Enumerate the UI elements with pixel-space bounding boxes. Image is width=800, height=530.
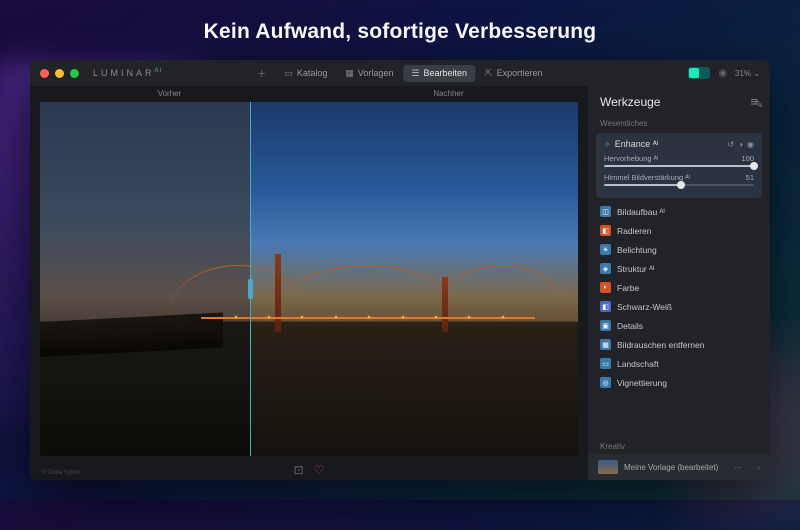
structure-icon: ◈ xyxy=(600,263,611,274)
section-essentials: Wesentliches xyxy=(588,115,770,131)
tool-landscape[interactable]: ▭Landschaft xyxy=(588,354,770,373)
brush-icon[interactable]: ✎ xyxy=(754,98,763,111)
noise-icon: ▦ xyxy=(600,339,611,350)
crop-icon: ◫ xyxy=(600,206,611,217)
minimize-icon[interactable] xyxy=(55,69,64,78)
copyright: © Dima Sytnik xyxy=(42,470,80,476)
panel-title: Werkzeuge xyxy=(600,95,660,109)
tool-erase[interactable]: ◧Radieren xyxy=(588,221,770,240)
titlebar: LUMINARAI ＋ ▭Katalog ▦Vorlagen ☰Bearbeit… xyxy=(30,60,770,86)
folder-icon: ▭ xyxy=(284,68,293,79)
fullscreen-icon[interactable] xyxy=(70,69,79,78)
main-tabs: ＋ ▭Katalog ▦Vorlagen ☰Bearbeiten ⇱Export… xyxy=(249,64,550,83)
bw-icon: ◧ xyxy=(600,301,611,312)
grid-icon: ▦ xyxy=(345,68,354,79)
preset-thumb xyxy=(598,460,618,474)
tool-list: ◫Bildaufbau ᴬᴵ ◧Radieren ☀Belichtung ◈St… xyxy=(588,200,770,438)
label-after: Nachher xyxy=(309,86,588,102)
chevron-right-icon[interactable]: › xyxy=(757,463,760,472)
tool-color[interactable]: ◐Farbe xyxy=(588,278,770,297)
tool-exposure[interactable]: ☀Belichtung xyxy=(588,240,770,259)
canvas-area: Vorher Nachher ⊡ ♡ xyxy=(30,86,588,480)
preset-label: Meine Vorlage (bearbeitet) xyxy=(624,463,718,472)
vignette-icon: ◎ xyxy=(600,377,611,388)
tools-panel: Werkzeuge ≡ Wesentliches ✧ Enhance ᴬᴵ ↺ … xyxy=(588,86,770,480)
compare-handle[interactable] xyxy=(248,279,253,299)
tool-details[interactable]: ▣Details xyxy=(588,316,770,335)
tab-edit[interactable]: ☰Bearbeiten xyxy=(403,65,475,82)
tab-catalog[interactable]: ▭Katalog xyxy=(276,65,335,82)
preset-bar[interactable]: Meine Vorlage (bearbeitet) ⋯ › xyxy=(588,454,770,480)
palette-icon: ◐ xyxy=(600,282,611,293)
export-icon: ⇱ xyxy=(485,68,493,79)
sparkle-icon: ✧ xyxy=(604,140,611,149)
erase-icon: ◧ xyxy=(600,225,611,236)
zoom-level[interactable]: 31% ⌄ xyxy=(735,69,760,78)
crop-icon[interactable]: ⊡ xyxy=(294,463,304,477)
tool-enhance[interactable]: ✧ Enhance ᴬᴵ ↺ ◑ ◉ Hervorhebung ᴬᴵ100 Hi… xyxy=(596,133,762,198)
preview-icon[interactable]: ◉ xyxy=(718,68,727,79)
tool-denoise[interactable]: ▦Bildrauschen entfernen xyxy=(588,335,770,354)
marketing-headline: Kein Aufwand, sofortige Verbesserung xyxy=(0,0,800,60)
landscape-icon: ▭ xyxy=(600,358,611,369)
section-creative: Kreativ xyxy=(588,438,770,454)
tool-bw[interactable]: ◧Schwarz-Weiß xyxy=(588,297,770,316)
tab-export[interactable]: ⇱Exportieren xyxy=(477,65,551,82)
undo-icon[interactable]: ↺ xyxy=(727,140,734,149)
close-icon[interactable] xyxy=(40,69,49,78)
sun-icon: ☀ xyxy=(600,244,611,255)
tool-structure[interactable]: ◈Struktur ᴬᴵ xyxy=(588,259,770,278)
compare-toggle[interactable] xyxy=(688,67,710,79)
tool-composition[interactable]: ◫Bildaufbau ᴬᴵ xyxy=(588,202,770,221)
details-icon: ▣ xyxy=(600,320,611,331)
plus-icon: ＋ xyxy=(257,67,266,80)
image-preview[interactable] xyxy=(40,102,578,456)
favorite-icon[interactable]: ♡ xyxy=(314,463,325,477)
visibility-icon[interactable]: ◉ xyxy=(747,140,754,149)
tool-vignette[interactable]: ◎Vignettierung xyxy=(588,373,770,392)
sliders-icon: ☰ xyxy=(411,68,419,79)
label-before: Vorher xyxy=(30,86,309,102)
app-name: LUMINARAI xyxy=(93,68,162,78)
tab-templates[interactable]: ▦Vorlagen xyxy=(337,65,401,82)
side-rail: ✎ xyxy=(748,92,770,111)
slider-highlight[interactable]: Hervorhebung ᴬᴵ100 xyxy=(604,154,754,167)
app-window: LUMINARAI ＋ ▭Katalog ▦Vorlagen ☰Bearbeit… xyxy=(30,60,770,480)
add-button[interactable]: ＋ xyxy=(249,64,274,83)
mask-icon[interactable]: ◑ xyxy=(738,140,743,149)
slider-sky[interactable]: Himmel Bildverstärkung ᴬᴵ51 xyxy=(604,173,754,186)
more-icon[interactable]: ⋯ xyxy=(734,463,742,472)
